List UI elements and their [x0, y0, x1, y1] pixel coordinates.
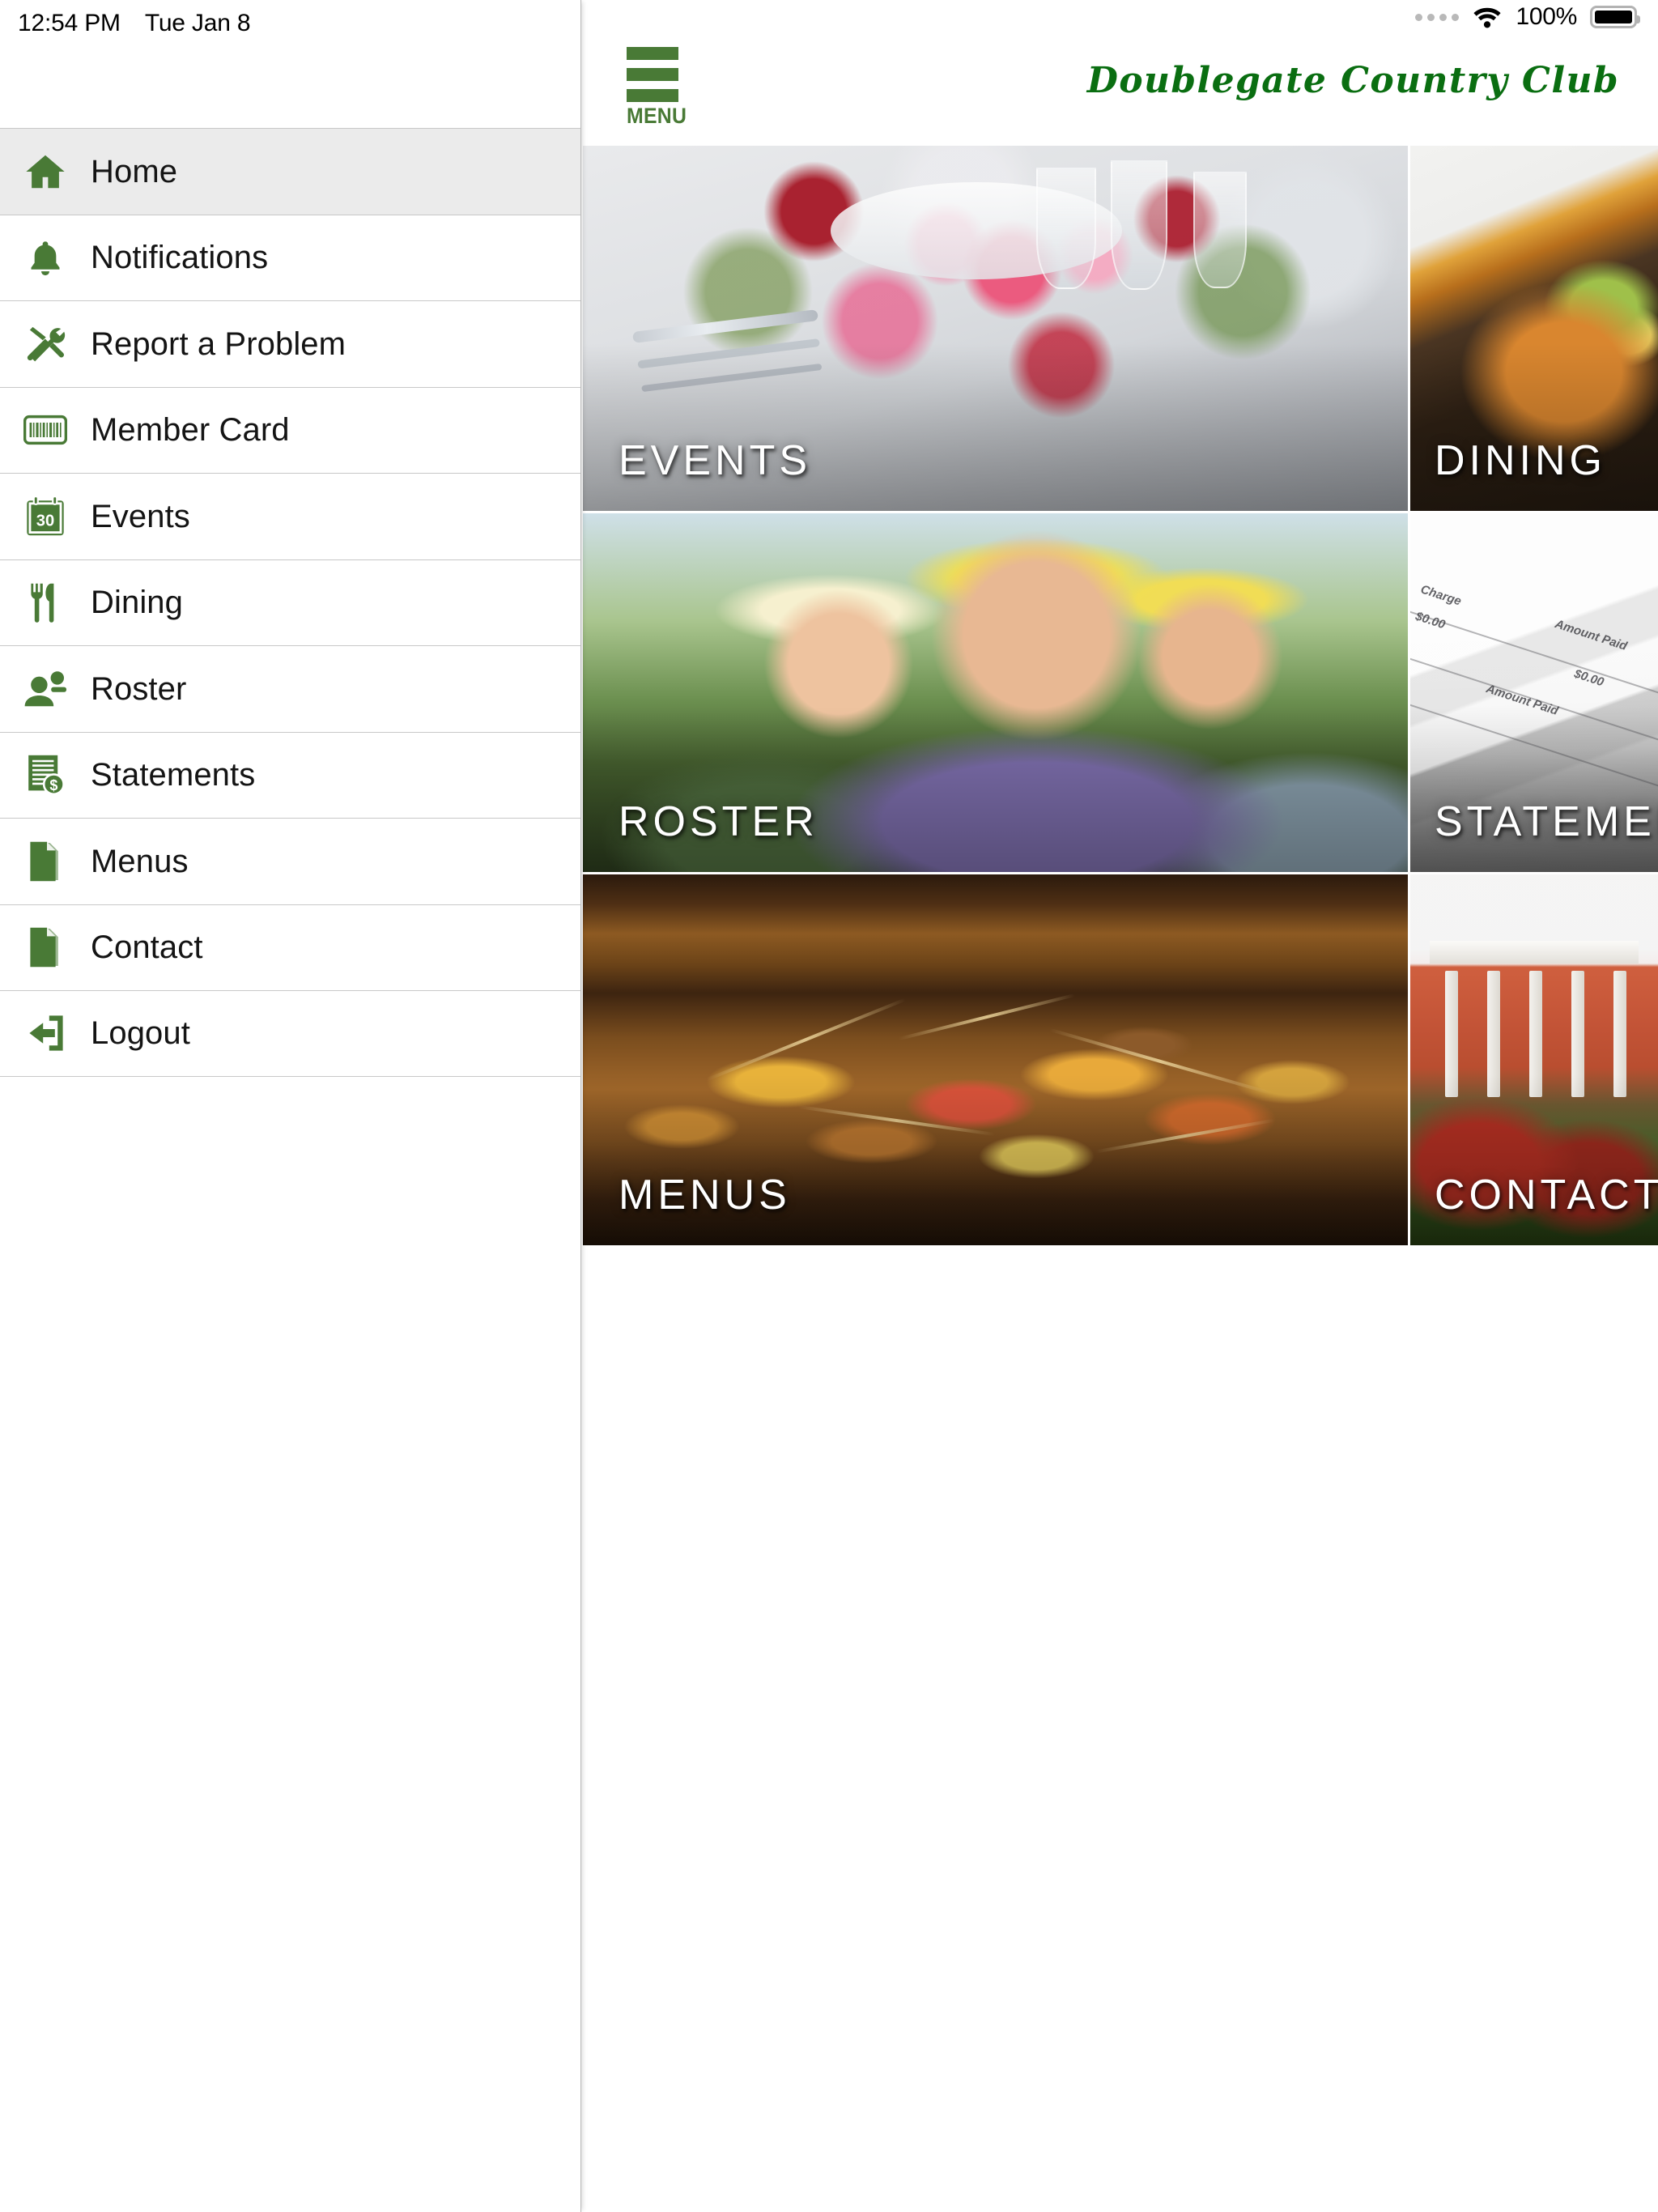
invoice-charge-value: $0.00 — [1414, 609, 1448, 632]
hamburger-icon-bar — [627, 47, 678, 60]
invoice-amount-paid-value: $0.00 — [1572, 666, 1606, 690]
tile-label: MENUS — [619, 1172, 791, 1219]
document-icon — [0, 819, 91, 905]
person-add-icon — [0, 646, 91, 733]
sidebar-item-home[interactable]: Home — [0, 128, 580, 215]
decor-invoice-line — [1410, 606, 1658, 700]
bell-icon — [0, 215, 91, 301]
tile-scrim — [1410, 1074, 1658, 1245]
tile-scrim — [1410, 707, 1658, 872]
menu-button-label: MENU — [627, 104, 687, 128]
sidebar-item-menus[interactable]: Menus — [0, 818, 580, 904]
sidebar-item-dining[interactable]: Dining — [0, 559, 580, 646]
decor-skewer — [705, 998, 906, 1081]
sidebar-item-report-a-problem[interactable]: Report a Problem — [0, 300, 580, 387]
decor-glass — [1111, 160, 1168, 291]
tile-label: DINING — [1435, 437, 1606, 484]
sidebar-item-label: Roster — [91, 670, 187, 707]
decor-glass — [1036, 168, 1097, 290]
sidebar-item-statements[interactable]: $ Statements — [0, 731, 580, 819]
sidebar-item-contact[interactable]: Contact — [0, 904, 580, 991]
tile-label: STATEMENTS — [1435, 798, 1658, 845]
sidebar-item-label: Statements — [91, 757, 256, 793]
invoice-charge-label: Charge — [1418, 582, 1464, 609]
sidebar-item-notifications[interactable]: Notifications — [0, 214, 580, 301]
tile-label: EVENTS — [619, 437, 812, 484]
tile-contact[interactable]: CONTACT — [1410, 874, 1658, 1245]
fork-knife-icon — [0, 559, 91, 646]
sidebar-item-label: Events — [91, 498, 190, 534]
app-header: MENU Doublegate Country Club — [581, 0, 1658, 146]
document-icon — [0, 904, 91, 991]
home-icon — [0, 129, 91, 215]
sidebar-spacer — [0, 0, 580, 128]
sidebar-item-label: Logout — [91, 1015, 190, 1052]
brand-title: Doublegate Country Club — [1086, 60, 1619, 101]
sidebar-item-label: Dining — [91, 585, 183, 621]
svg-text:$: $ — [49, 777, 57, 793]
sidebar-nav: Home Notifications Report a Problem Memb… — [0, 0, 581, 2212]
menu-button[interactable]: MENU — [627, 47, 695, 127]
tile-menus[interactable]: MENUS — [583, 874, 1410, 1245]
sidebar-item-logout[interactable]: Logout — [0, 990, 580, 1077]
sidebar-item-label: Report a Problem — [91, 325, 346, 362]
sidebar-item-label: Member Card — [91, 412, 290, 449]
tile-scrim — [583, 707, 1408, 872]
tile-roster[interactable]: ROSTER — [583, 513, 1410, 874]
tile-scrim — [583, 1074, 1408, 1245]
tools-icon — [0, 301, 91, 388]
sidebar-item-label: Home — [91, 153, 178, 189]
sidebar-item-member-card[interactable]: Member Card — [0, 386, 580, 474]
invoice-dollar-icon: $ — [0, 732, 91, 819]
tile-events[interactable]: EVENTS — [583, 146, 1410, 513]
tile-statements[interactable]: Charge $0.00 Amount Paid $0.00 Amount Pa… — [1410, 513, 1658, 874]
tile-scrim — [1410, 342, 1658, 511]
tile-dining[interactable]: DINING — [1410, 146, 1658, 513]
sidebar-item-roster[interactable]: Roster — [0, 645, 580, 732]
decor-skewer — [899, 993, 1076, 1041]
hamburger-icon-bar — [627, 89, 678, 102]
tile-label: CONTACT — [1435, 1172, 1658, 1219]
app-root: 12:54 PM Tue Jan 8 100% MENU Doublegate … — [0, 0, 1658, 2212]
sidebar-item-label: Contact — [91, 929, 203, 966]
decor-glass — [1193, 171, 1248, 288]
sidebar-item-label: Notifications — [91, 240, 269, 276]
home-tile-grid: EVENTS DINING ROSTER Charge $0.00 Amount… — [583, 146, 1658, 1245]
tile-label: ROSTER — [619, 798, 818, 845]
calendar-30-icon: 30 — [0, 474, 91, 560]
svg-text:30: 30 — [36, 512, 54, 530]
hamburger-icon-bar — [627, 68, 678, 81]
barcode-card-icon — [0, 387, 91, 474]
sidebar-item-events[interactable]: 30 Events — [0, 473, 580, 559]
invoice-amount-paid-label: Amount Paid — [1554, 616, 1630, 653]
decor-roof — [1430, 941, 1639, 964]
exit-icon — [0, 990, 91, 1077]
decor-cutlery — [632, 309, 819, 344]
tile-scrim — [583, 342, 1408, 511]
sidebar-item-label: Menus — [91, 843, 189, 879]
